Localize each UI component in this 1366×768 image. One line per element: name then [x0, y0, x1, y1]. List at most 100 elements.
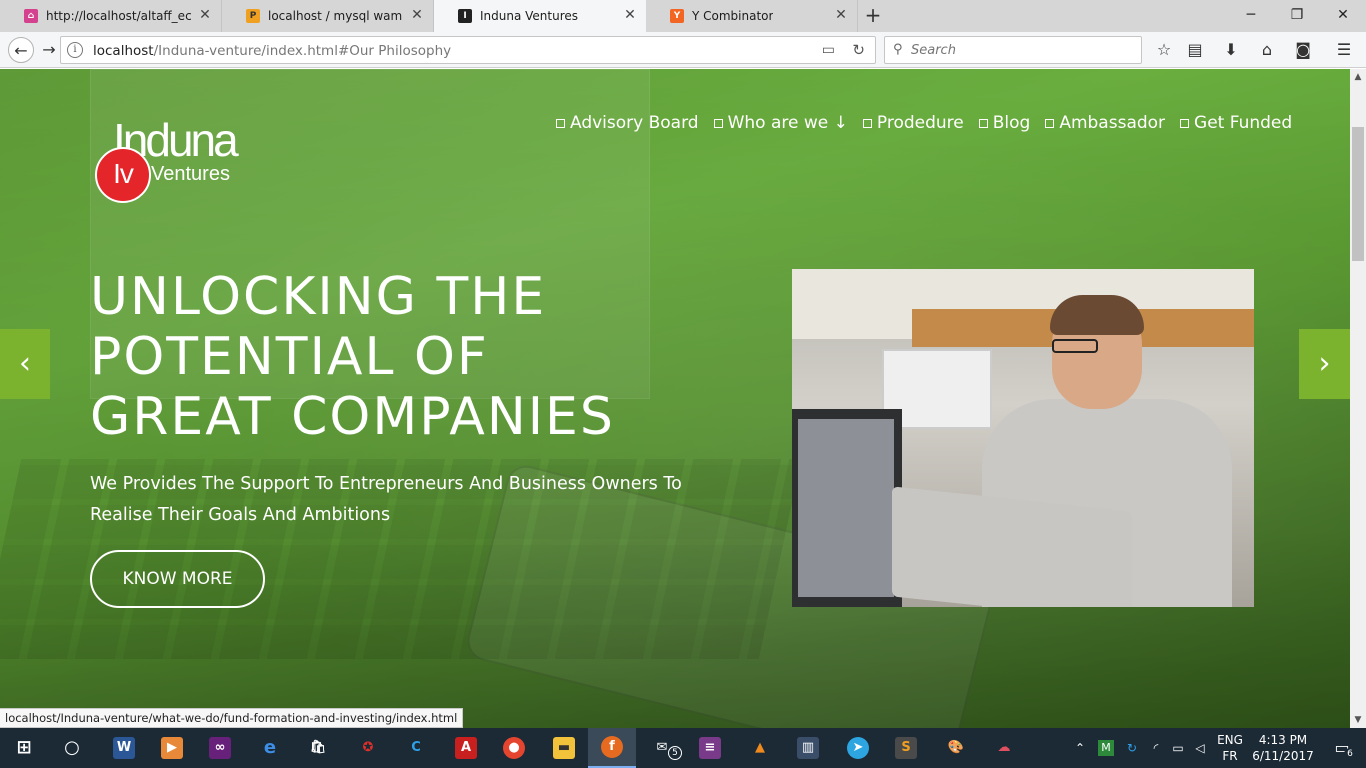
telegram-icon[interactable]: ➤	[834, 728, 882, 768]
slider-prev-button[interactable]: ‹	[0, 329, 50, 399]
tab-strip: ⌂ http://localhost/altaff_ecom ✕ P local…	[0, 0, 1366, 32]
hero-photo	[792, 269, 1254, 607]
notification-center[interactable]: ▭ 6	[1318, 728, 1366, 768]
sublime-icon[interactable]: S	[882, 728, 930, 768]
logo-badge: Iv	[95, 147, 151, 203]
ycombinator-icon: Y	[670, 9, 684, 23]
visual-studio-icon[interactable]: ∞	[196, 728, 244, 768]
pocket-icon[interactable]: ◙	[1291, 38, 1315, 62]
tab-label: Induna Ventures	[480, 9, 579, 23]
menu-icon[interactable]: ☰	[1332, 38, 1356, 62]
search-bar[interactable]: ⚲	[884, 36, 1142, 64]
store-icon[interactable]: 🛍	[294, 728, 342, 768]
antivirus-icon[interactable]: ✪	[344, 728, 392, 768]
hero-title-line: GREAT COMPANIES	[90, 387, 615, 447]
taskbar: ⊞ ○ W ▶ ∞ e 🛍 ✪ C A ● ▬ f ✉ ≡ ▲ ▥ ➤ S 🎨 …	[0, 728, 1366, 768]
slider-next-button[interactable]: ›	[1299, 329, 1350, 399]
nav-item-advisory-board[interactable]: Advisory Board	[556, 113, 699, 133]
bookmark-star-icon[interactable]: ☆	[1152, 38, 1176, 62]
url-text[interactable]: localhost/Induna-venture/index.html#Our …	[93, 43, 451, 59]
tab-label: http://localhost/altaff_ecom	[46, 9, 191, 23]
tray-sync-icon[interactable]: ↻	[1120, 728, 1144, 768]
media-player-icon[interactable]: ▶	[148, 728, 196, 768]
firefox-icon[interactable]: f	[588, 728, 636, 768]
close-icon[interactable]: ✕	[622, 7, 638, 23]
site-logo[interactable]: Induna Ventures Iv	[95, 115, 275, 205]
logo-subtitle: Ventures	[151, 163, 230, 185]
tab-induna-ventures[interactable]: I Induna Ventures ✕	[434, 0, 646, 32]
volume-icon[interactable]: ◁	[1188, 728, 1212, 768]
back-button[interactable]: ←	[8, 37, 34, 63]
reading-list-icon[interactable]: ▤	[1183, 38, 1207, 62]
square-icon	[713, 118, 723, 128]
remote-icon[interactable]: ☁	[980, 728, 1028, 768]
nav-item-who-are-we[interactable]: Who are we ↓	[713, 113, 848, 133]
file-explorer-icon[interactable]: ▬	[540, 728, 588, 768]
close-window-icon[interactable]: ✕	[1320, 0, 1366, 30]
hero-title-line: UNLOCKING THE	[90, 267, 547, 327]
app-icon[interactable]: ▥	[784, 728, 832, 768]
search-input[interactable]	[911, 41, 1131, 59]
language-indicator[interactable]: ENG FR	[1212, 732, 1248, 764]
edge-icon[interactable]: e	[246, 728, 294, 768]
home-icon[interactable]: ⌂	[1255, 38, 1279, 62]
app-icon: ⌂	[24, 9, 38, 23]
nav-item-procedure[interactable]: Prodedure	[862, 113, 964, 133]
url-bar[interactable]: i localhost/Induna-venture/index.html#Ou…	[60, 36, 876, 64]
paint-icon[interactable]: 🎨	[932, 728, 980, 768]
hero-subtitle: We Provides The Support To Entrepreneurs…	[90, 474, 682, 525]
minimize-icon[interactable]: ─	[1228, 0, 1274, 30]
hero-title: UNLOCKING THE POTENTIAL OF GREAT COMPANI…	[90, 267, 730, 447]
phpmyadmin-icon: P	[246, 9, 260, 23]
close-icon[interactable]: ✕	[409, 7, 425, 23]
chrome-icon[interactable]: ●	[490, 728, 538, 768]
acrobat-icon[interactable]: A	[442, 728, 490, 768]
close-icon[interactable]: ✕	[197, 7, 213, 23]
winrar-icon[interactable]: ≡	[686, 728, 734, 768]
url-host: localhost	[93, 43, 154, 59]
reader-view-icon[interactable]: ▭	[822, 42, 835, 58]
word-icon[interactable]: W	[100, 728, 148, 768]
scroll-down-icon[interactable]: ▼	[1350, 712, 1366, 728]
photo-glasses	[1052, 339, 1098, 353]
cortana-icon[interactable]: ○	[48, 728, 96, 768]
info-icon[interactable]: i	[67, 42, 83, 58]
downloads-icon[interactable]: ⬇	[1219, 38, 1243, 62]
new-tab-button[interactable]: +	[860, 4, 886, 28]
windows-start-icon[interactable]: ⊞	[0, 728, 48, 768]
nav-item-ambassador[interactable]: Ambassador	[1045, 113, 1165, 133]
photo-monitor	[792, 409, 902, 607]
restore-icon[interactable]: ❐	[1274, 0, 1320, 30]
battery-icon[interactable]: ▭	[1166, 728, 1190, 768]
status-url: localhost/Induna-venture/what-we-do/fund…	[0, 708, 464, 728]
square-icon	[556, 118, 565, 128]
nav-label: Advisory Board	[570, 113, 699, 133]
reload-icon[interactable]: ↻	[852, 41, 865, 59]
ccleaner-icon[interactable]: C	[392, 728, 440, 768]
mail-count-badge: 5	[668, 746, 682, 760]
scroll-up-icon[interactable]: ▲	[1350, 69, 1366, 85]
square-icon	[1045, 118, 1055, 128]
induna-icon: I	[458, 9, 472, 23]
wifi-icon[interactable]: ◜	[1144, 728, 1168, 768]
forward-button[interactable]: →	[36, 37, 62, 63]
photo-hair	[1050, 295, 1144, 335]
clock[interactable]: 4:13 PM 6/11/2017	[1250, 732, 1316, 764]
clock-time: 4:13 PM	[1258, 733, 1308, 747]
tab-altaff-ecom[interactable]: ⌂ http://localhost/altaff_ecom ✕	[0, 0, 222, 32]
tab-y-combinator[interactable]: Y Y Combinator ✕	[646, 0, 858, 32]
nav-item-blog[interactable]: Blog	[978, 113, 1030, 133]
tray-app-icon[interactable]: M	[1094, 728, 1118, 768]
know-more-button[interactable]: KNOW MORE	[90, 550, 265, 608]
vlc-icon[interactable]: ▲	[736, 728, 784, 768]
close-icon[interactable]: ✕	[833, 7, 849, 23]
nav-item-get-funded[interactable]: Get Funded	[1180, 113, 1292, 133]
vertical-scrollbar[interactable]: ▲ ▼	[1350, 69, 1366, 728]
chevron-up-icon[interactable]: ⌃	[1070, 728, 1090, 768]
nav-label: Prodedure	[876, 113, 964, 133]
tab-label: localhost / mysql wampserv	[268, 9, 403, 23]
scrollbar-thumb[interactable]	[1352, 127, 1364, 261]
tab-phpmyadmin[interactable]: P localhost / mysql wampserv ✕	[222, 0, 434, 32]
nav-label: Ambassador	[1059, 113, 1166, 133]
clock-date: 6/11/2017	[1252, 749, 1314, 763]
